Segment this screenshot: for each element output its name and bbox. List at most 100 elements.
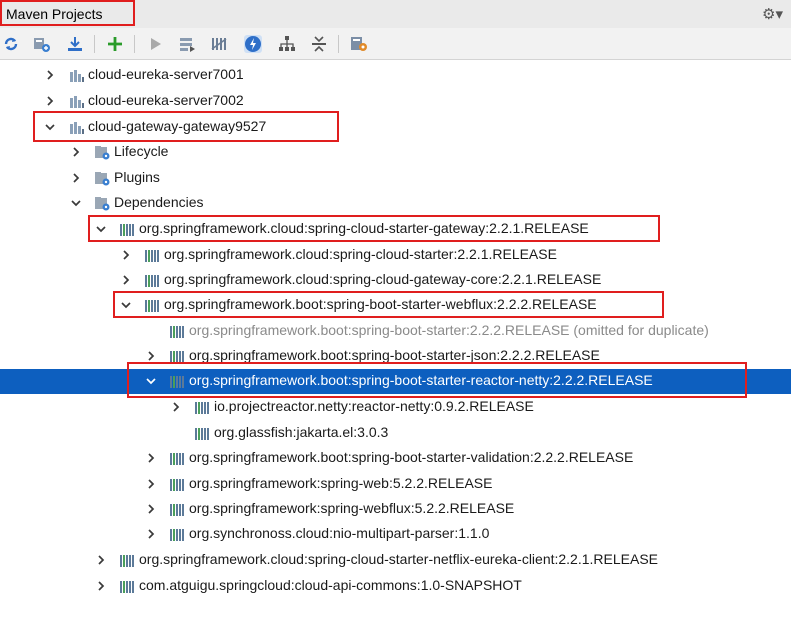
tree-row-label: cloud-gateway-gateway9527 (88, 118, 267, 134)
folder-icon (94, 171, 111, 186)
tree-row-label: io.projectreactor.netty:reactor-netty:0.… (214, 398, 534, 414)
library-icon (169, 527, 186, 542)
highlight-box-title (0, 0, 135, 26)
tree-row[interactable]: org.springframework.boot:spring-boot-sta… (0, 344, 791, 369)
tree-row-label: cloud-eureka-server7002 (88, 92, 244, 108)
tree-row[interactable]: cloud-eureka-server7001 (0, 63, 791, 88)
tree-row[interactable]: org.springframework.cloud:spring-cloud-s… (0, 217, 791, 242)
library-icon (119, 579, 136, 594)
tree-row-label: org.springframework.cloud:spring-cloud-s… (139, 220, 589, 236)
tree-row[interactable]: org.synchronoss.cloud:nio-multipart-pars… (0, 522, 791, 547)
chevron-down-icon[interactable] (120, 298, 132, 312)
tree-row[interactable]: org.springframework.boot:spring-boot-sta… (0, 293, 791, 318)
tree-row-label: Plugins (114, 169, 160, 185)
tree-row-label: org.springframework:spring-webflux:5.2.2… (189, 500, 515, 516)
tree-row-label: Dependencies (114, 194, 204, 210)
tree-row[interactable]: org.springframework.cloud:spring-cloud-g… (0, 268, 791, 293)
tree-row[interactable]: org.springframework.boot:spring-boot-sta… (0, 319, 791, 344)
chevron-down-icon[interactable] (145, 374, 157, 388)
chevron-right-icon[interactable] (70, 171, 82, 185)
tree-row[interactable]: Lifecycle (0, 140, 791, 165)
library-icon (194, 426, 211, 441)
library-icon (169, 502, 186, 517)
chevron-right-icon[interactable] (44, 68, 56, 82)
chevron-down-icon[interactable] (44, 120, 56, 134)
tree-row-label: org.springframework.cloud:spring-cloud-s… (164, 246, 557, 262)
skip-tests-icon[interactable] (244, 35, 262, 53)
gear-icon[interactable]: ⚙▾ (762, 5, 783, 23)
tree-row[interactable]: cloud-gateway-gateway9527 (0, 115, 791, 140)
reimport-icon[interactable] (2, 35, 20, 53)
folder-icon (94, 145, 111, 160)
download-icon[interactable] (66, 35, 84, 53)
tree-row[interactable]: org.glassfish:jakarta.el:3.0.3 (0, 421, 791, 446)
tree-row-label: org.springframework.cloud:spring-cloud-g… (164, 271, 602, 287)
tree-row-label: org.springframework.boot:spring-boot-sta… (189, 347, 600, 363)
maven-module-icon (68, 120, 85, 135)
maven-module-icon (68, 68, 85, 83)
tree-row[interactable]: Dependencies (0, 191, 791, 216)
panel-header: Maven Projects ⚙▾ (0, 0, 791, 28)
chevron-right-icon[interactable] (145, 502, 157, 516)
tree-row[interactable]: org.springframework:spring-web:5.2.2.REL… (0, 472, 791, 497)
library-icon (169, 324, 186, 339)
collapse-all-icon[interactable] (310, 35, 328, 53)
chevron-down-icon[interactable] (95, 222, 107, 236)
library-icon (119, 222, 136, 237)
chevron-right-icon[interactable] (145, 349, 157, 363)
library-icon (169, 477, 186, 492)
show-dependencies-icon[interactable] (278, 35, 296, 53)
chevron-down-icon[interactable] (70, 196, 82, 210)
toolbar-separator (134, 35, 135, 53)
chevron-right-icon[interactable] (95, 579, 107, 593)
chevron-right-icon[interactable] (145, 451, 157, 465)
chevron-right-icon[interactable] (44, 94, 56, 108)
maven-projects-tree: cloud-eureka-server7001 cloud-eureka-serv… (0, 60, 791, 624)
tree-row-label: org.springframework.cloud:spring-cloud-s… (139, 551, 658, 567)
chevron-right-icon[interactable] (120, 273, 132, 287)
tree-row-label: com.atguigu.springcloud:cloud-api-common… (139, 577, 522, 593)
folder-icon (94, 196, 111, 211)
chevron-right-icon[interactable] (70, 145, 82, 159)
generate-sources-icon[interactable] (33, 35, 51, 53)
library-icon (194, 400, 211, 415)
library-icon (144, 298, 161, 313)
library-icon (144, 248, 161, 263)
tree-row-label: org.springframework.boot:spring-boot-sta… (164, 296, 597, 312)
toolbar-separator (94, 35, 95, 53)
tree-row[interactable]: io.projectreactor.netty:reactor-netty:0.… (0, 395, 791, 420)
tree-row[interactable]: org.springframework.boot:spring-boot-sta… (0, 369, 791, 394)
toggle-offline-icon[interactable] (210, 35, 228, 53)
tree-row-label: Lifecycle (114, 143, 169, 159)
tree-row-label: org.springframework.boot:spring-boot-sta… (189, 372, 653, 388)
library-icon (144, 273, 161, 288)
tree-row-label: org.springframework.boot:spring-boot-sta… (189, 322, 709, 338)
tree-row[interactable]: Plugins (0, 166, 791, 191)
tree-row[interactable]: org.springframework.cloud:spring-cloud-s… (0, 548, 791, 573)
chevron-right-icon[interactable] (145, 477, 157, 491)
toolbar (0, 28, 791, 60)
tree-row-label: org.springframework.boot:spring-boot-sta… (189, 449, 634, 465)
chevron-right-icon[interactable] (95, 553, 107, 567)
library-icon (169, 374, 186, 389)
add-icon[interactable] (106, 35, 124, 53)
chevron-right-icon[interactable] (120, 248, 132, 262)
tree-row-label: org.glassfish:jakarta.el:3.0.3 (214, 424, 389, 440)
maven-module-icon (68, 94, 85, 109)
tree-row-label: org.springframework:spring-web:5.2.2.REL… (189, 475, 493, 491)
library-icon (119, 553, 136, 568)
run-icon[interactable] (146, 35, 164, 53)
library-icon (169, 451, 186, 466)
tree-row[interactable]: org.springframework:spring-webflux:5.2.2… (0, 497, 791, 522)
execute-goal-icon[interactable] (178, 35, 196, 53)
settings-icon[interactable] (350, 35, 368, 53)
tree-row[interactable]: com.atguigu.springcloud:cloud-api-common… (0, 574, 791, 599)
library-icon (169, 349, 186, 364)
chevron-right-icon[interactable] (145, 527, 157, 541)
chevron-right-icon[interactable] (170, 400, 182, 414)
tree-row[interactable]: org.springframework.cloud:spring-cloud-s… (0, 243, 791, 268)
toolbar-separator (338, 35, 339, 53)
tree-row[interactable]: cloud-eureka-server7002 (0, 89, 791, 114)
tree-row-label: cloud-eureka-server7001 (88, 66, 244, 82)
tree-row[interactable]: org.springframework.boot:spring-boot-sta… (0, 446, 791, 471)
